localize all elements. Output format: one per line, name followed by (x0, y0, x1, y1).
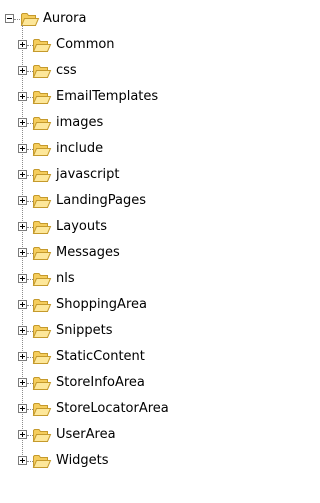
expand-icon[interactable] (18, 274, 27, 283)
open-folder-icon (20, 11, 40, 27)
open-folder-icon (32, 63, 52, 79)
expand-icon[interactable] (18, 196, 27, 205)
open-folder-icon (32, 193, 52, 209)
open-folder-icon (32, 167, 52, 183)
tree-node-label[interactable]: StaticContent (56, 349, 145, 365)
tree-node-label[interactable]: Aurora (43, 11, 86, 27)
tree-node-label[interactable]: UserArea (56, 427, 116, 443)
tree-node-label[interactable]: Layouts (56, 219, 107, 235)
folder-tree: Aurora Common css EmailTemplates images inclu… (0, 0, 240, 503)
expand-icon[interactable] (18, 92, 27, 101)
tree-node-label[interactable]: Common (56, 37, 115, 53)
tree-node-label[interactable]: ShoppingArea (56, 297, 147, 313)
open-folder-icon (32, 141, 52, 157)
tree-node-label[interactable]: StoreInfoArea (56, 375, 145, 391)
tree-node-label[interactable]: javascript (56, 167, 119, 183)
expand-icon[interactable] (18, 222, 27, 231)
tree-node-label[interactable]: Snippets (56, 323, 112, 339)
open-folder-icon (32, 37, 52, 53)
open-folder-icon (32, 427, 52, 443)
expand-icon[interactable] (18, 300, 27, 309)
expand-icon[interactable] (18, 66, 27, 75)
expand-icon[interactable] (18, 456, 27, 465)
expand-icon[interactable] (18, 118, 27, 127)
collapse-icon[interactable] (5, 14, 14, 23)
tree-node-label[interactable]: include (56, 141, 103, 157)
expand-icon[interactable] (18, 430, 27, 439)
tree-node-label[interactable]: Widgets (56, 453, 109, 469)
tree-node-label[interactable]: images (56, 115, 103, 131)
open-folder-icon (32, 349, 52, 365)
open-folder-icon (32, 245, 52, 261)
expand-icon[interactable] (18, 40, 27, 49)
tree-node-label[interactable]: css (56, 63, 77, 79)
open-folder-icon (32, 453, 52, 469)
tree-node-label[interactable]: LandingPages (56, 193, 146, 209)
expand-icon[interactable] (18, 170, 27, 179)
tree-node-label[interactable]: StoreLocatorArea (56, 401, 169, 417)
expand-icon[interactable] (18, 352, 27, 361)
tree-node-label[interactable]: nls (56, 271, 75, 287)
open-folder-icon (32, 219, 52, 235)
tree-node-label[interactable]: EmailTemplates (56, 89, 158, 105)
open-folder-icon (32, 115, 52, 131)
tree-node-label[interactable]: Messages (56, 245, 120, 261)
open-folder-icon (32, 323, 52, 339)
open-folder-icon (32, 401, 52, 417)
open-folder-icon (32, 89, 52, 105)
expand-icon[interactable] (18, 326, 27, 335)
open-folder-icon (32, 297, 52, 313)
expand-icon[interactable] (18, 404, 27, 413)
expand-icon[interactable] (18, 378, 27, 387)
open-folder-icon (32, 375, 52, 391)
expand-icon[interactable] (18, 248, 27, 257)
expand-icon[interactable] (18, 144, 27, 153)
open-folder-icon (32, 271, 52, 287)
